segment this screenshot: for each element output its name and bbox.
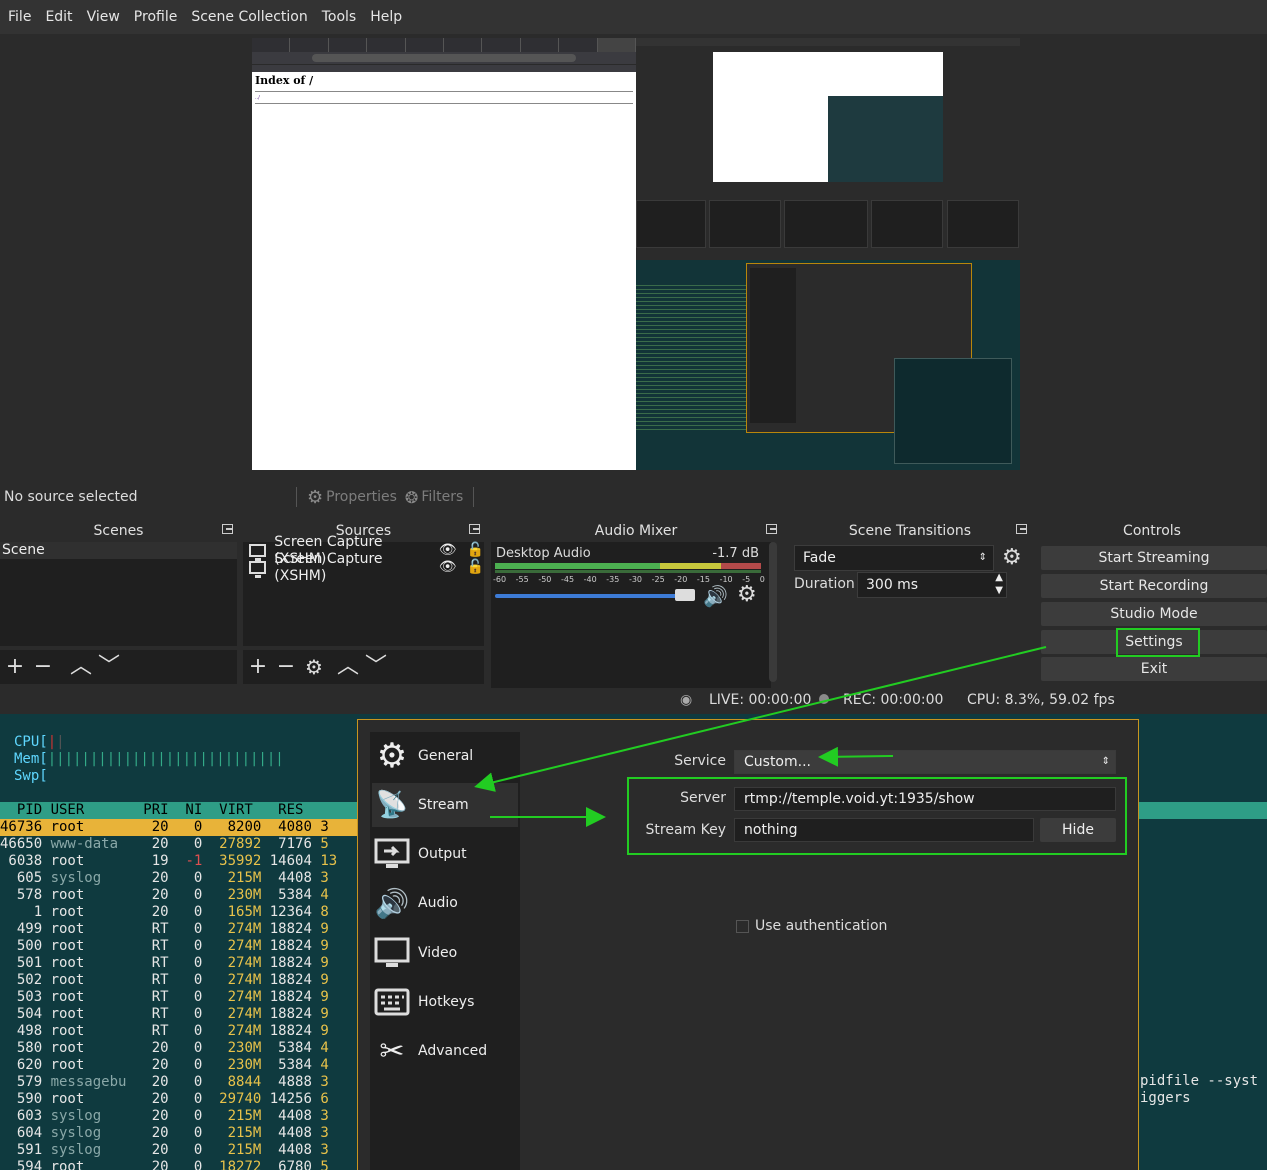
- arrow-to-service: [818, 746, 894, 767]
- annotation-arrows: [474, 646, 1047, 827]
- arrow-settings-to-stream: [474, 646, 1047, 792]
